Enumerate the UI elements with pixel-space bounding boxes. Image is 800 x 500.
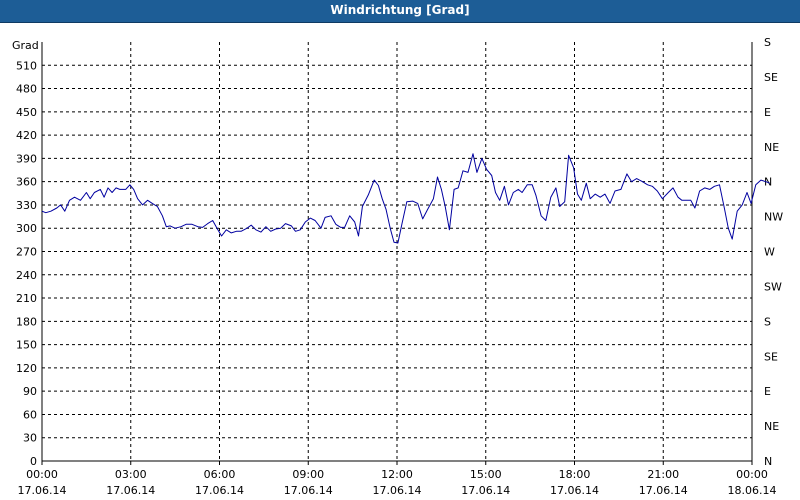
x-tick-date: 18.06.14 <box>728 484 777 497</box>
y-tick-label-right: NE <box>764 141 779 154</box>
x-tick-time: 03:00 <box>115 468 147 481</box>
y-axis-ticks-left: 0 30 60 90 120 150 180 210 240 270 300 330 360 390 420… <box>16 59 37 468</box>
wind-direction-chart: 0 30 60 90 120 150 180 210 240 270 300 330 360 390 420… <box>12 36 783 497</box>
y-tick-label-right: W <box>764 246 775 259</box>
y-tick-label: 240 <box>16 269 37 282</box>
y-tick-label: 420 <box>16 129 37 142</box>
y-tick-label-right: NW <box>764 211 783 224</box>
y-axis-label: Grad <box>12 39 39 52</box>
x-tick-time: 00:00 <box>26 468 58 481</box>
x-tick-time: 21:00 <box>647 468 679 481</box>
x-axis-ticks: 00:00 17.06.14 03:00 17.06.14 06:00 17.06.14 0… <box>18 461 777 497</box>
y-tick-label: 90 <box>23 385 37 398</box>
x-tick-date: 17.06.14 <box>106 484 155 497</box>
y-tick-label: 360 <box>16 176 37 189</box>
series-layer <box>41 153 770 244</box>
x-tick-date: 17.06.14 <box>639 484 688 497</box>
y-tick-label: 300 <box>16 222 37 235</box>
x-tick-time: 15:00 <box>470 468 502 481</box>
y-tick-label: 150 <box>16 339 37 352</box>
y-tick-label-right: E <box>764 106 771 119</box>
y-tick-label: 120 <box>16 362 37 375</box>
x-tick-time: 12:00 <box>381 468 413 481</box>
y-tick-label-right: SW <box>764 280 782 293</box>
y-axis-ticks-right: NNEESESSWWNWNNEESES <box>764 36 783 468</box>
y-tick-label-right: SE <box>764 350 778 363</box>
y-tick-label-right: SE <box>764 71 778 84</box>
x-tick-date: 17.06.14 <box>284 484 333 497</box>
y-tick-label: 30 <box>23 432 37 445</box>
y-tick-label-right: S <box>764 315 771 328</box>
grid-layer <box>42 42 753 461</box>
y-tick-label: 510 <box>16 59 37 72</box>
y-tick-label: 0 <box>30 455 37 468</box>
window-title: Windrichtung [Grad] <box>330 3 470 17</box>
x-tick-time: 09:00 <box>292 468 324 481</box>
x-tick-time: 00:00 <box>736 468 768 481</box>
y-tick-label: 450 <box>16 106 37 119</box>
y-tick-label: 390 <box>16 152 37 165</box>
x-tick-date: 17.06.14 <box>18 484 67 497</box>
y-tick-label-right: N <box>764 455 772 468</box>
x-tick-time: 06:00 <box>204 468 236 481</box>
y-tick-label-right: S <box>764 36 771 49</box>
y-tick-label: 210 <box>16 292 37 305</box>
x-tick-time: 18:00 <box>559 468 591 481</box>
y-tick-label-right: NE <box>764 420 779 433</box>
x-tick-date: 17.06.14 <box>195 484 244 497</box>
y-tick-label: 330 <box>16 199 37 212</box>
x-tick-date: 17.06.14 <box>550 484 599 497</box>
window-title-bar: Windrichtung [Grad] <box>0 0 800 23</box>
x-tick-date: 17.06.14 <box>461 484 510 497</box>
y-tick-label: 480 <box>16 83 37 96</box>
x-tick-date: 17.06.14 <box>373 484 422 497</box>
series-line <box>41 153 770 244</box>
y-tick-label-right: E <box>764 385 771 398</box>
y-tick-label: 60 <box>23 408 37 421</box>
y-tick-label: 180 <box>16 315 37 328</box>
y-tick-label: 270 <box>16 246 37 259</box>
